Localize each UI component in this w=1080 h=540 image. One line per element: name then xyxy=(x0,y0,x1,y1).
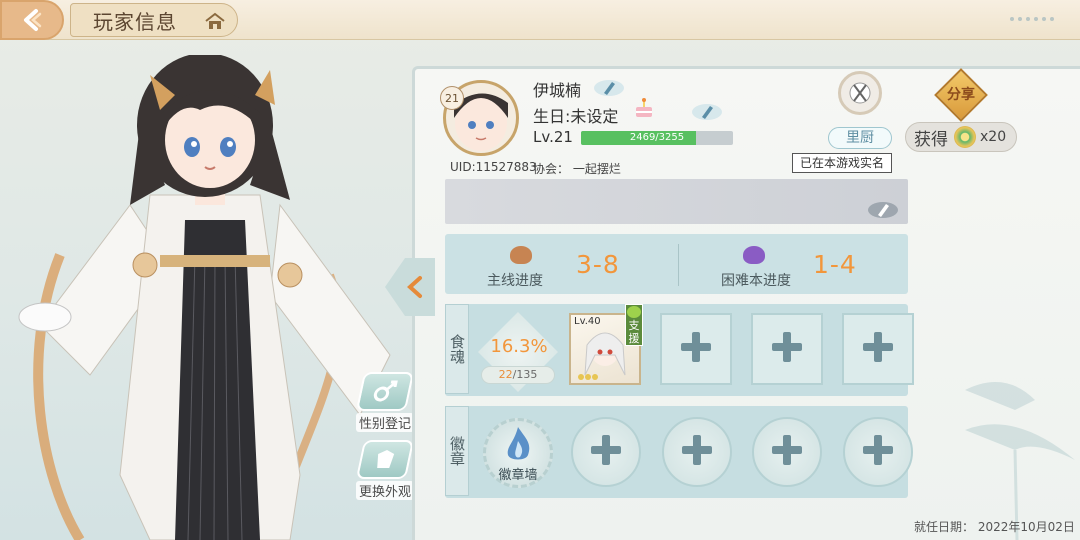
support-tag: 支援 xyxy=(625,304,643,346)
badge-wall-label: 徽章墙 xyxy=(498,468,538,483)
plus-icon xyxy=(678,431,716,473)
progress-divider xyxy=(678,244,679,286)
badge-empty-slot[interactable] xyxy=(662,417,732,487)
gender-icon xyxy=(355,372,415,411)
uid-text: UID:11527883 xyxy=(450,160,537,174)
share-reward: 获得 x20 xyxy=(905,122,1017,152)
leaf-icon xyxy=(627,306,641,318)
badge-empty-slot[interactable] xyxy=(843,417,913,487)
birthday-text: 生日:未设定 xyxy=(533,107,619,126)
edit-name-icon[interactable] xyxy=(592,78,626,98)
exp-text: 2469/3255 xyxy=(629,132,685,143)
badge-empty-slot[interactable] xyxy=(752,417,822,487)
kitchen-plate-icon[interactable] xyxy=(838,71,882,115)
jade-coin-icon xyxy=(954,126,976,148)
plus-icon xyxy=(768,431,806,473)
player-level: Lv.21 xyxy=(533,128,573,146)
badge-empty-slot[interactable] xyxy=(571,417,641,487)
main-progress-value: 3-8 xyxy=(576,250,620,279)
food-soul-empty-slot[interactable] xyxy=(751,313,823,385)
outfit-icon xyxy=(355,440,415,479)
share-button[interactable]: 分享 xyxy=(934,68,988,122)
plus-icon xyxy=(859,328,897,370)
header-ornament xyxy=(1008,8,1068,21)
food-soul-tag: 食魂 xyxy=(445,304,469,394)
plus-icon xyxy=(768,328,806,370)
food-soul-tag-label: 食魂 xyxy=(448,334,466,364)
hard-progress-label: 困难本进度 xyxy=(721,273,791,289)
collection-owned: 22 xyxy=(498,368,513,381)
food-soul-level: Lv.40 xyxy=(574,316,601,327)
plus-icon xyxy=(587,431,625,473)
change-outfit-button[interactable]: 更换外观 xyxy=(352,440,418,500)
gender-register-button[interactable]: 性别登记 xyxy=(352,372,418,432)
gender-register-label: 性别登记 xyxy=(355,413,414,432)
collection-percent: 16.3% xyxy=(490,336,548,357)
guild-text: 协会： 一起摆烂 xyxy=(533,162,621,176)
food-soul-empty-slot[interactable] xyxy=(842,313,914,385)
avatar-level-badge: 21 xyxy=(440,86,464,110)
home-icon[interactable] xyxy=(205,12,225,30)
reward-label: 获得 xyxy=(914,129,948,150)
page-title: 玩家信息 xyxy=(93,9,177,34)
crane-watermark xyxy=(965,382,1075,540)
hire-date: 就任日期： 2022年10月02日 xyxy=(914,520,1075,534)
change-outfit-label: 更换外观 xyxy=(355,481,414,500)
main-progress-cat-icon xyxy=(510,246,532,264)
back-button[interactable] xyxy=(0,0,64,40)
kitchen-button[interactable]: 里厨 xyxy=(828,127,892,149)
back-arrow-icon xyxy=(24,9,42,31)
reward-count: x20 xyxy=(980,129,1007,145)
chevron-left-icon xyxy=(407,276,422,298)
realname-status: 已在本游戏实名 xyxy=(792,153,892,173)
signature-box[interactable] xyxy=(445,179,908,224)
collection-count: 22/135 xyxy=(481,366,555,384)
title-plate: 玩家信息 xyxy=(70,3,238,37)
main-progress-label: 主线进度 xyxy=(487,273,543,289)
badge-tag-label: 徽章 xyxy=(448,436,466,466)
badge-tag: 徽章 xyxy=(445,406,469,496)
player-name: 伊城楠 xyxy=(533,81,582,100)
collection-total: /135 xyxy=(512,368,538,381)
plus-icon xyxy=(859,431,897,473)
edit-birthday-icon[interactable] xyxy=(690,102,724,122)
edit-signature-icon[interactable] xyxy=(866,200,900,220)
food-soul-empty-slot[interactable] xyxy=(660,313,732,385)
hard-progress-value: 1-4 xyxy=(813,250,857,279)
hard-progress-cat-icon xyxy=(743,246,765,264)
support-tag-label: 支援 xyxy=(628,319,640,345)
top-bar: 玩家信息 xyxy=(0,0,1080,40)
cake-icon xyxy=(636,98,652,117)
share-icon-text: 分享 xyxy=(947,86,975,103)
plus-icon xyxy=(677,328,715,370)
